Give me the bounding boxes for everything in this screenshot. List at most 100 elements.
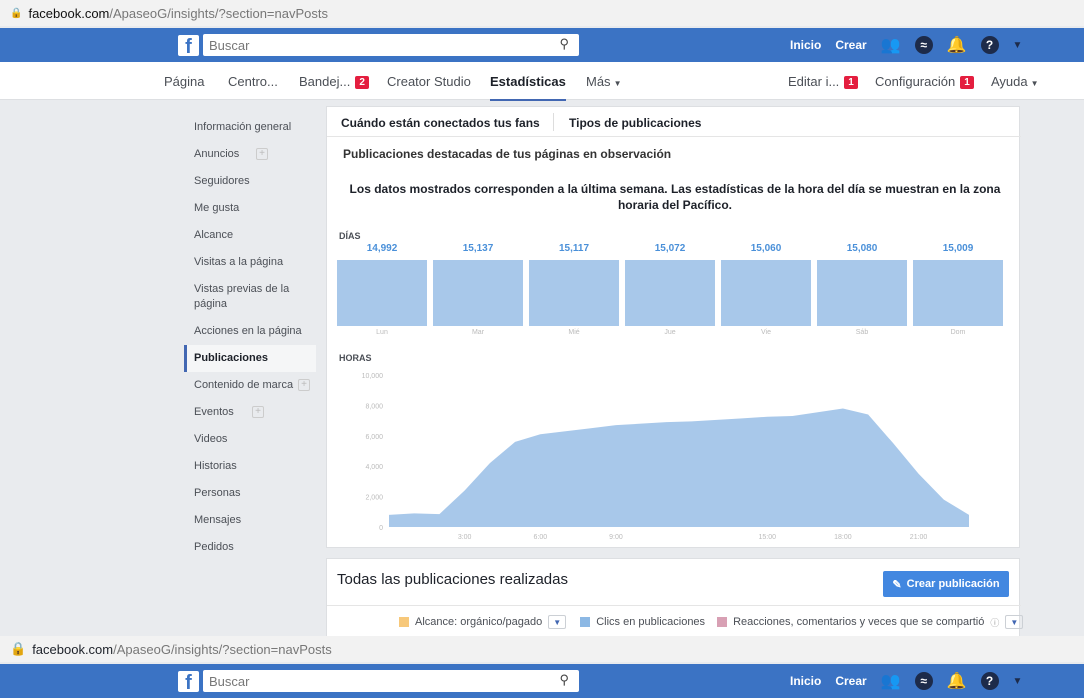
messenger-icon[interactable]: ≈ xyxy=(914,672,933,690)
sidebar-item-eventos[interactable]: Eventos + xyxy=(184,399,316,426)
day-label: Lun xyxy=(376,329,388,336)
day-column: 15,117 Mié xyxy=(529,243,619,336)
sidebar-item-visitas[interactable]: Visitas a la página xyxy=(184,249,316,276)
timezone-note: Los datos mostrados corresponden a la úl… xyxy=(349,182,1001,212)
bell-icon[interactable]: 🔔 xyxy=(947,671,967,691)
sidebar-item-contenido-de-marca[interactable]: Contenido de marca + xyxy=(184,372,316,399)
alcance-dropdown-chevron-icon[interactable]: ▼ xyxy=(548,615,567,629)
day-bar[interactable] xyxy=(625,260,715,326)
editar-badge: 1 xyxy=(844,76,858,89)
sidebar-item-informacion-general[interactable]: Información general xyxy=(184,114,316,141)
sidebar-item-me-gusta[interactable]: Me gusta xyxy=(184,195,316,222)
help-icon[interactable]: ? xyxy=(980,672,999,690)
friends-icon[interactable]: 👥 xyxy=(881,671,901,691)
facebook-logo-icon[interactable]: f xyxy=(178,670,199,692)
day-bar[interactable] xyxy=(913,260,1003,326)
day-bar[interactable] xyxy=(817,260,907,326)
search-input[interactable]: Buscar ⚲ xyxy=(203,670,579,692)
inicio-link[interactable]: Inicio xyxy=(790,38,821,52)
reacciones-dropdown-chevron-icon[interactable]: ▼ xyxy=(1005,615,1024,629)
crear-link[interactable]: Crear xyxy=(835,38,866,52)
search-icon[interactable]: ⚲ xyxy=(559,36,569,52)
day-bar[interactable] xyxy=(433,260,523,326)
tab-bandeja-label: Bandej... xyxy=(299,74,351,89)
tab-creator-studio[interactable]: Creator Studio xyxy=(387,74,471,89)
tab-bandeja[interactable]: Bandej... 2 xyxy=(299,74,369,89)
tab-pagina[interactable]: Página xyxy=(164,74,204,89)
all-posts-card: Todas las publicaciones realizadas ✎ Crea… xyxy=(326,558,1024,640)
days-label: DÍAS xyxy=(339,231,361,241)
url-bar-duplicate[interactable]: 🔒 facebook.com/ApaseoG/insights/?section… xyxy=(0,636,1084,662)
crear-link[interactable]: Crear xyxy=(835,674,866,688)
pencil-icon: ✎ xyxy=(892,578,902,591)
all-posts-title: Todas las publicaciones realizadas xyxy=(337,571,568,588)
hours-xtick-label: 21:00 xyxy=(910,534,928,541)
help-icon[interactable]: ? xyxy=(980,36,999,54)
search-icon[interactable]: ⚲ xyxy=(559,672,569,688)
page-subnav: Página Centro... Bandej... 2 Creator Stud… xyxy=(0,62,1084,101)
tab-estadisticas[interactable]: Estadísticas xyxy=(490,74,566,101)
lock-icon: 🔒 xyxy=(10,7,23,19)
sidebar-item-anuncios[interactable]: Anuncios + xyxy=(184,141,316,168)
legend-reacciones: Reacciones, comentarios y veces que se c… xyxy=(733,616,985,628)
url-host: facebook.com xyxy=(28,5,110,21)
url-path: /ApaseoG/insights/?section=navPosts xyxy=(109,5,328,21)
day-label: Vie xyxy=(761,329,771,336)
day-bar[interactable] xyxy=(337,260,427,326)
search-placeholder: Buscar xyxy=(209,673,250,689)
hours-xtick-label: 15:00 xyxy=(758,534,776,541)
tab-ayuda-label: Ayuda xyxy=(991,74,1028,89)
day-column: 14,992 Lun xyxy=(337,243,427,336)
facebook-topbar: f Buscar ⚲ Inicio Crear 👥 ≈ 🔔 ? ▼ xyxy=(0,28,1084,62)
legend-clics: Clics en publicaciones xyxy=(596,616,706,628)
tab-configuracion[interactable]: Configuración 1 xyxy=(875,74,974,89)
bandeja-badge: 2 xyxy=(355,76,369,89)
bell-icon[interactable]: 🔔 xyxy=(947,35,967,55)
create-post-button[interactable]: ✎ Crear publicación xyxy=(883,571,1009,597)
plus-icon: + xyxy=(298,379,310,391)
hours-ytick-label: 8,000 xyxy=(365,403,383,410)
day-label: Dom xyxy=(950,329,966,336)
day-value-label: 15,072 xyxy=(654,243,686,254)
day-bar[interactable] xyxy=(529,260,619,326)
messenger-icon[interactable]: ≈ xyxy=(914,36,933,54)
sidebar-item-seguidores[interactable]: Seguidores xyxy=(184,168,316,195)
hours-label: HORAS xyxy=(339,353,372,363)
inicio-link[interactable]: Inicio xyxy=(790,674,821,688)
insights-tabs: Cuándo están conectados tus fans Tipos d… xyxy=(327,107,1021,137)
hours-ytick-label: 6,000 xyxy=(365,434,383,441)
metrics-legend: Alcance: orgánico/pagado ▼ Clics en publ… xyxy=(399,615,1031,629)
sidebar-item-mensajes[interactable]: Mensajes xyxy=(184,507,316,534)
sidebar-item-publicaciones[interactable]: Publicaciones xyxy=(184,345,316,372)
day-label: Mié xyxy=(568,329,580,336)
sidebar-item-videos[interactable]: Videos xyxy=(184,426,316,453)
sidebar-item-alcance[interactable]: Alcance xyxy=(184,222,316,249)
day-label: Jue xyxy=(664,329,676,336)
tab-tipos-publicaciones[interactable]: Tipos de publicaciones xyxy=(569,116,701,130)
sidebar-item-personas[interactable]: Personas xyxy=(184,480,316,507)
caret-down-icon: ▼ xyxy=(1030,79,1039,88)
chevron-down-icon[interactable]: ▼ xyxy=(1013,40,1023,51)
search-input[interactable]: Buscar ⚲ xyxy=(203,34,579,56)
sidebar-item-acciones[interactable]: Acciones en la página xyxy=(184,318,316,345)
tab-fans-online[interactable]: Cuándo están conectados tus fans xyxy=(341,116,540,130)
tab-centro[interactable]: Centro... xyxy=(228,74,278,89)
info-icon[interactable]: ⓘ xyxy=(990,616,999,629)
day-bar[interactable] xyxy=(721,260,811,326)
facebook-logo-icon[interactable]: f xyxy=(178,34,199,56)
chevron-down-icon[interactable]: ▼ xyxy=(1013,676,1023,687)
tab-editar[interactable]: Editar i... 1 xyxy=(788,74,858,89)
top-posts-heading[interactable]: Publicaciones destacadas de tus páginas … xyxy=(343,147,671,161)
search-placeholder: Buscar xyxy=(209,37,250,53)
tab-ayuda[interactable]: Ayuda ▼ xyxy=(991,74,1039,89)
sidebar-item-pedidos[interactable]: Pedidos xyxy=(184,534,316,561)
sidebar-item-vistas-previas[interactable]: Vistas previas de la página xyxy=(184,276,316,318)
friends-icon[interactable]: 👥 xyxy=(881,35,901,55)
sidebar-item-historias[interactable]: Historias xyxy=(184,453,316,480)
url-bar[interactable]: 🔒 facebook.com/ApaseoG/insights/?section… xyxy=(0,0,1084,26)
tab-mas[interactable]: Más ▼ xyxy=(586,74,621,89)
day-value-label: 15,117 xyxy=(558,243,590,254)
hours-area[interactable] xyxy=(389,408,969,527)
topbar-right: Inicio Crear 👥 ≈ 🔔 ? ▼ xyxy=(790,35,1022,55)
day-column: 15,009 Dom xyxy=(913,243,1003,336)
